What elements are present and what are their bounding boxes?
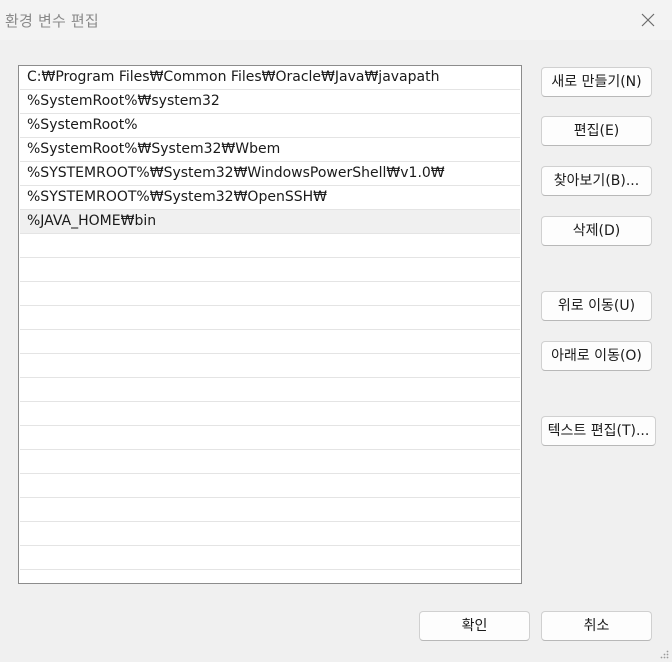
window-title: 환경 변수 편집 bbox=[5, 12, 99, 30]
path-list[interactable]: C:₩Program Files₩Common Files₩Oracle₩Jav… bbox=[18, 65, 522, 584]
delete-button[interactable]: 삭제(D) bbox=[541, 216, 652, 246]
list-item[interactable]: C:₩Program Files₩Common Files₩Oracle₩Jav… bbox=[20, 66, 520, 90]
empty-row[interactable] bbox=[20, 354, 520, 378]
empty-row[interactable] bbox=[20, 402, 520, 426]
resize-grip-icon[interactable] bbox=[659, 649, 669, 659]
empty-row[interactable] bbox=[20, 426, 520, 450]
list-item-selected[interactable]: %JAVA_HOME₩bin bbox=[20, 210, 520, 234]
title-bar: 환경 변수 편집 bbox=[0, 0, 672, 40]
empty-row[interactable] bbox=[20, 474, 520, 498]
list-item[interactable]: %SYSTEMROOT%₩System32₩WindowsPowerShell₩… bbox=[20, 162, 520, 186]
edit-environment-variable-dialog: 환경 변수 편집 C:₩Program Files₩Common Files₩O… bbox=[0, 0, 672, 662]
edit-text-button[interactable]: 텍스트 편집(T)... bbox=[541, 416, 656, 446]
empty-row[interactable] bbox=[20, 378, 520, 402]
browse-button[interactable]: 찾아보기(B)... bbox=[541, 166, 652, 196]
empty-row[interactable] bbox=[20, 258, 520, 282]
close-icon bbox=[641, 13, 655, 27]
new-button[interactable]: 새로 만들기(N) bbox=[541, 67, 652, 97]
ok-button[interactable]: 확인 bbox=[419, 611, 530, 641]
empty-row[interactable] bbox=[20, 282, 520, 306]
empty-row[interactable] bbox=[20, 234, 520, 258]
edit-button[interactable]: 편집(E) bbox=[541, 116, 652, 146]
cancel-button[interactable]: 취소 bbox=[541, 611, 652, 641]
close-button[interactable] bbox=[636, 8, 660, 32]
list-item[interactable]: %SystemRoot%₩System32₩Wbem bbox=[20, 138, 520, 162]
empty-row[interactable] bbox=[20, 546, 520, 570]
list-item[interactable]: %SystemRoot%₩system32 bbox=[20, 90, 520, 114]
empty-row[interactable] bbox=[20, 330, 520, 354]
list-item[interactable]: %SYSTEMROOT%₩System32₩OpenSSH₩ bbox=[20, 186, 520, 210]
empty-row[interactable] bbox=[20, 522, 520, 546]
empty-row[interactable] bbox=[20, 570, 520, 583]
empty-row[interactable] bbox=[20, 306, 520, 330]
list-item[interactable]: %SystemRoot% bbox=[20, 114, 520, 138]
empty-row[interactable] bbox=[20, 450, 520, 474]
move-up-button[interactable]: 위로 이동(U) bbox=[541, 291, 652, 321]
empty-row[interactable] bbox=[20, 498, 520, 522]
move-down-button[interactable]: 아래로 이동(O) bbox=[541, 341, 652, 371]
